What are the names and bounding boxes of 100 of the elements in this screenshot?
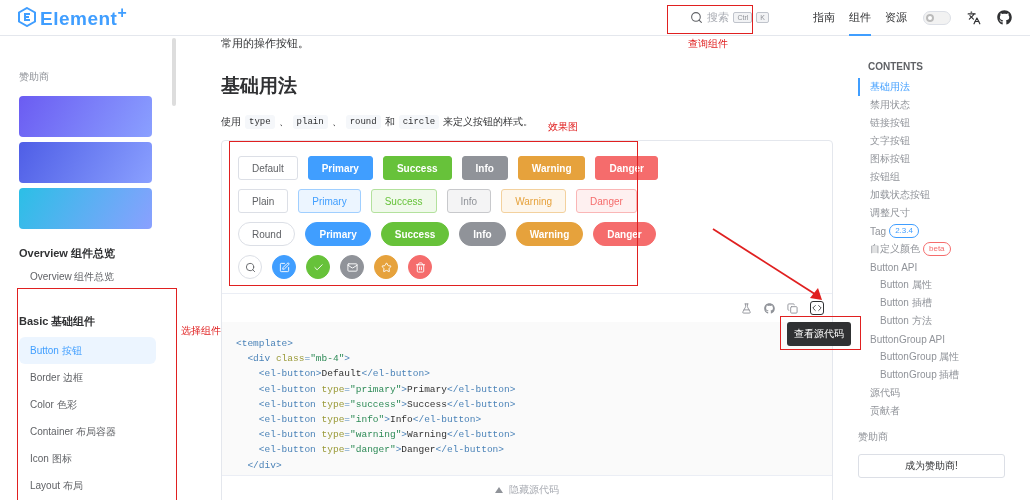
demo-button[interactable]: Success [370,189,437,213]
toc-link[interactable]: 自定义颜色 beta [858,240,1030,258]
scrollbar-thumb[interactable] [172,38,176,106]
copy-icon[interactable] [787,302,798,314]
annotation-label: 查询组件 [688,37,728,51]
translate-icon[interactable] [967,10,981,25]
toc-link[interactable]: 禁用状态 [858,96,1030,114]
demo-button[interactable]: Warning [517,156,586,180]
toc-link[interactable]: Button 方法 [858,312,1030,330]
toc-link[interactable]: Button API [858,258,1030,276]
search-icon [244,261,256,273]
section-heading: 基础用法 [221,74,298,98]
toc-link[interactable]: 图标按钮 [858,150,1030,168]
group-title: Overview 组件总览 [19,246,116,261]
circle-button[interactable] [306,255,330,279]
toc-link[interactable]: Tag 2.3.4 [858,222,1030,240]
demo-button[interactable]: Round [238,222,296,246]
toc-link-label: Button API [870,261,918,273]
demo-button[interactable]: Warning [515,222,584,246]
toc-link[interactable]: 链接按钮 [858,114,1030,132]
toc-link[interactable]: ButtonGroup 插槽 [858,366,1030,384]
check-icon [312,261,324,273]
annotation-label: 选择组件 [181,324,221,338]
circle-button[interactable] [408,255,432,279]
demo-button[interactable]: Danger [593,222,656,246]
sidebar-item[interactable]: Color 色彩 [19,391,156,418]
demo-button[interactable]: Primary [307,156,373,180]
demo-button[interactable]: Danger [576,189,637,213]
sidebar-item[interactable]: Layout 布局 [19,472,156,499]
tooltip: 查看源代码 [787,322,851,346]
demo-button[interactable]: Info [446,189,492,213]
toc-link[interactable]: Button 属性 [858,276,1030,294]
toc-link-label: Button 插槽 [880,296,932,310]
logo[interactable]: Element$^{+}$ [18,4,128,31]
nav-link[interactable]: 资源 [885,0,907,36]
toc-link-label: 自定义颜色 [870,242,920,256]
nav-link[interactable]: 组件 [849,0,871,36]
toc-link[interactable]: Button 插槽 [858,294,1030,312]
logo-text: Element$^{+}$ [40,4,128,31]
intro-text: 常用的操作按钮。 [221,36,309,51]
demo-button[interactable]: Primary [305,222,371,246]
sidebar-item[interactable]: Button 按钮 [19,337,156,364]
sidebar-item[interactable]: Container 布局容器 [19,418,156,445]
code-line: <el-button>Default</el-button> [257,367,430,382]
sponsor-banner[interactable] [19,96,152,137]
toc-link[interactable]: 按钮组 [858,168,1030,186]
group-title: Basic 基础组件 [19,314,97,329]
toc-link-label: 禁用状态 [870,98,910,112]
star-icon [380,261,392,273]
toc-link-label: Button 属性 [880,278,932,292]
toc-link-label: Button 方法 [880,314,932,328]
toc-link[interactable]: ButtonGroup 属性 [858,348,1030,366]
nav-link[interactable]: 指南 [813,0,835,36]
demo-button[interactable]: Info [461,156,508,180]
toc-link-label: 调整尺寸 [870,206,910,220]
toc-link-label: 链接按钮 [870,116,910,130]
code-line: </div> [246,458,282,473]
sidebar-item[interactable]: Overview 组件总览 [19,263,156,290]
code-line: <el-button type="info">Info</el-button> [257,413,482,427]
code-line: <el-button type="danger">Danger</el-button> [257,443,504,458]
demo-button[interactable]: Danger [595,156,658,180]
toc-link[interactable]: 源代码 [858,384,1030,402]
toc-link-label: 加载状态按钮 [870,188,930,202]
sidebar-item[interactable]: Icon 图标 [19,445,156,472]
demo-button[interactable]: Info [459,222,506,246]
search-icon [690,11,704,24]
section-label: 赞助商 [858,430,889,444]
demo-button[interactable]: Success [382,156,452,180]
demo-button[interactable]: Warning [501,189,567,213]
toc-link[interactable]: 文字按钮 [858,132,1030,150]
toc-link[interactable]: 基础用法 [858,78,1030,96]
trash-icon [414,261,426,273]
envelope-icon [346,261,358,273]
theme-switch[interactable] [923,10,951,25]
code-icon[interactable] [810,301,824,315]
demo-button[interactable]: Plain [238,189,289,213]
toc-link-label: 基础用法 [870,80,910,94]
sidebar-item[interactable]: Border 边框 [19,364,156,391]
toc-link[interactable]: 加载状态按钮 [858,186,1030,204]
toc-link[interactable]: ButtonGroup API [858,330,1030,348]
edit-icon [278,261,290,273]
become-sponsor-button[interactable]: 成为赞助商! [858,454,1005,478]
annotation-label: 效果图 [548,120,578,134]
toc-title: CONTENTS [867,61,924,72]
demo-button[interactable]: Primary [298,189,361,213]
flask-icon[interactable] [741,302,752,314]
caret-up-icon [495,487,503,494]
toc-link-label: ButtonGroup 属性 [880,350,960,364]
toc-link[interactable]: 调整尺寸 [858,204,1030,222]
toc-link[interactable]: 贡献者 [858,402,1030,420]
circle-button[interactable] [272,255,296,279]
toc-link-label: ButtonGroup API [870,333,946,345]
demo-button[interactable]: Default [238,156,298,180]
circle-button[interactable] [374,255,398,279]
github-icon[interactable] [997,10,1012,25]
demo-button[interactable]: Success [380,222,450,246]
sponsor-banner[interactable] [19,142,152,183]
toc-link-label: 按钮组 [870,170,900,184]
circle-button[interactable] [340,255,364,279]
toc-link-label: 贡献者 [870,404,900,418]
